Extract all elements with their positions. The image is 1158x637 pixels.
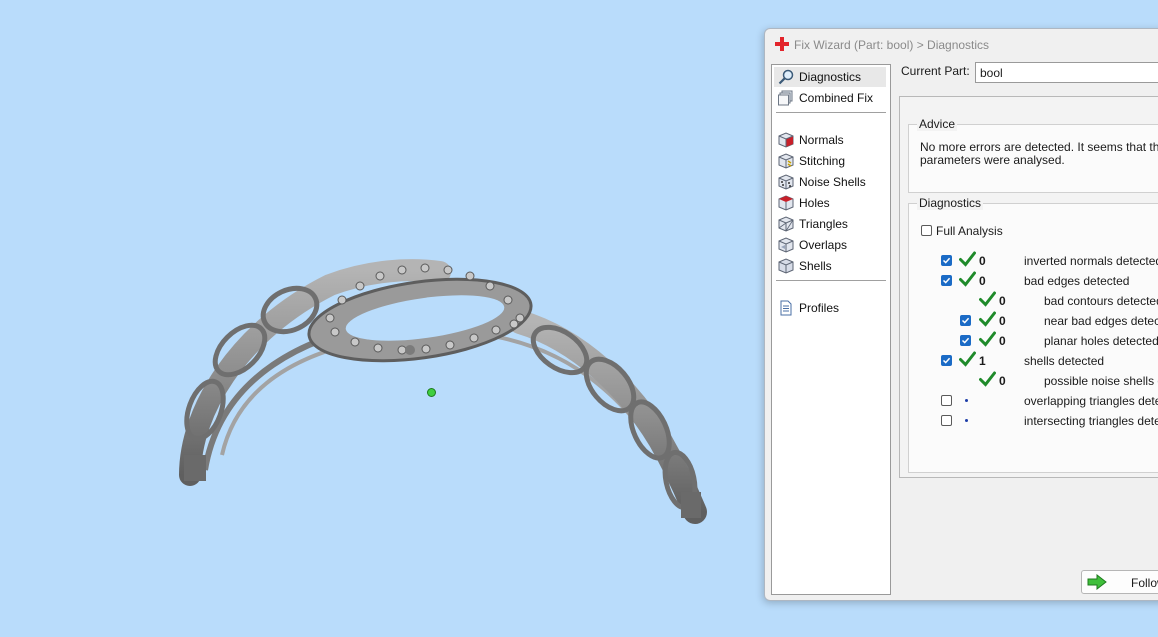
nav-item-noise-shells[interactable]: Noise Shells (774, 172, 886, 192)
nav-item-holes[interactable]: Holes (774, 193, 886, 213)
bad-edges-label: bad edges detected (1024, 274, 1130, 288)
bad-edges-count: 0 (979, 274, 986, 288)
nav-item-label: Diagnostics (799, 70, 862, 84)
overlaps-cube-icon (778, 237, 794, 253)
near-bad-edges-count: 0 (999, 314, 1006, 328)
diagnostics-page: Advice No more errors are detected. It s… (899, 96, 1158, 478)
follow-button-label: Follow (1131, 576, 1158, 590)
green-check-icon (979, 331, 996, 347)
planar-holes-label: planar holes detected (1044, 334, 1158, 348)
green-check-icon (959, 251, 976, 267)
combined-fix-icon (778, 90, 793, 106)
planar-holes-count: 0 (999, 334, 1006, 348)
overlapping-triangles-label: overlapping triangles detected (1024, 394, 1158, 408)
nav-item-label: Profiles (799, 301, 840, 315)
bad-contours-label: bad contours detected (1044, 294, 1158, 308)
nav-item-label: Shells (799, 259, 832, 273)
green-arrow-right-icon (1087, 574, 1107, 590)
green-check-icon (959, 351, 976, 367)
stitching-cube-icon (778, 153, 794, 169)
current-part-field[interactable]: bool (975, 62, 1158, 83)
advice-group: Advice No more errors are detected. It s… (908, 117, 1158, 193)
bad-edges-checkbox[interactable] (941, 275, 952, 286)
noise-shells-label: possible noise shells detected (1044, 374, 1158, 388)
nav-item-combined-fix[interactable]: Combined Fix (774, 88, 886, 108)
shells-label: shells detected (1024, 354, 1105, 368)
advice-title: Advice (917, 117, 958, 131)
shells-cube-icon (778, 258, 794, 274)
inverted-normals-label: inverted normals detected (1024, 254, 1158, 268)
full-analysis-label: Full Analysis (936, 224, 1003, 238)
bad-contours-count: 0 (999, 294, 1006, 308)
nav-item-diagnostics[interactable]: Diagnostics (774, 67, 886, 87)
nav-divider (776, 280, 886, 281)
nav-item-shells[interactable]: Shells (774, 256, 886, 276)
noise-shells-count: 0 (999, 374, 1006, 388)
nav-item-stitching[interactable]: Stitching (774, 151, 886, 171)
green-check-icon (979, 291, 996, 307)
nav-item-overlaps[interactable]: Overlaps (774, 235, 886, 255)
intersecting-triangles-label: intersecting triangles detected (1024, 414, 1158, 428)
pending-dot-icon (965, 419, 968, 422)
nav-item-label: Normals (799, 133, 844, 147)
shells-count: 1 (979, 354, 986, 368)
inverted-normals-count: 0 (979, 254, 986, 268)
nav-divider (776, 112, 886, 113)
nav-item-label: Stitching (799, 154, 846, 168)
pivot-point-marker[interactable] (427, 388, 436, 397)
holes-cube-icon (778, 195, 794, 211)
green-check-icon (959, 271, 976, 287)
nav-item-label: Noise Shells (799, 175, 866, 189)
pending-dot-icon (965, 399, 968, 402)
window-title: Fix Wizard (Part: bool) > Diagnostics (794, 38, 990, 52)
nav-item-label: Triangles (799, 217, 848, 231)
normals-cube-icon (778, 132, 794, 148)
triangles-cube-icon (778, 216, 794, 232)
document-icon (780, 300, 792, 316)
intersecting-triangles-checkbox[interactable] (941, 415, 952, 426)
full-analysis-checkbox[interactable] (921, 225, 932, 236)
nav-item-normals[interactable]: Normals (774, 130, 886, 150)
follow-button[interactable]: Follow (1081, 570, 1158, 594)
planar-holes-checkbox[interactable] (960, 335, 971, 346)
green-check-icon (979, 311, 996, 327)
near-bad-edges-checkbox[interactable] (960, 315, 971, 326)
title-bar[interactable]: Fix Wizard (Part: bool) > Diagnostics (765, 29, 1158, 59)
shells-checkbox[interactable] (941, 355, 952, 366)
near-bad-edges-label: near bad edges detected (1044, 314, 1158, 328)
overlapping-triangles-checkbox[interactable] (941, 395, 952, 406)
green-check-icon (979, 371, 996, 387)
advice-message: No more errors are detected. It seems th… (920, 141, 1158, 167)
nav-item-label: Holes (799, 196, 830, 210)
current-part-label: Current Part: (901, 64, 970, 78)
magnifier-icon (778, 69, 794, 85)
wizard-nav-list: Diagnostics Combined Fix Normals Stitchi… (771, 64, 891, 595)
nav-item-label: Overlaps (799, 238, 848, 252)
diagnostics-group: Diagnostics Full Analysis 0 inverted nor… (908, 196, 1158, 473)
inverted-normals-checkbox[interactable] (941, 255, 952, 266)
nav-item-triangles[interactable]: Triangles (774, 214, 886, 234)
noise-shells-cube-icon (778, 174, 794, 190)
red-cross-icon (775, 37, 789, 51)
fix-wizard-window: Fix Wizard (Part: bool) > Diagnostics Di… (764, 28, 1158, 601)
nav-item-label: Combined Fix (799, 91, 874, 105)
nav-item-profiles[interactable]: Profiles (774, 298, 886, 318)
diagnostics-title: Diagnostics (917, 196, 984, 210)
advice-line: parameters were analysed. (920, 153, 1065, 167)
